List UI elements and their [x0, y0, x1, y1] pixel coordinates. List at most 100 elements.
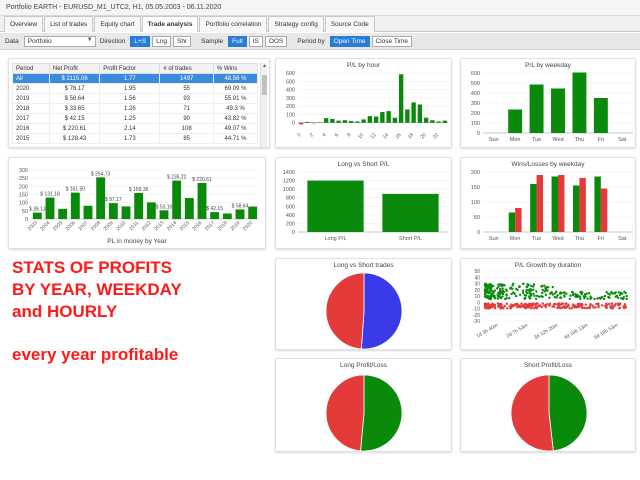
- tab-overview[interactable]: Overview: [4, 16, 44, 32]
- col-net-profit[interactable]: Net Profit: [48, 63, 101, 74]
- table-row[interactable]: 2018 $ 33.65 1.26 71 49.3 %: [12, 103, 259, 114]
- bar: [336, 120, 341, 123]
- table-scrollbar[interactable]: ▲ ▼: [260, 63, 268, 147]
- scatter-point: [530, 294, 533, 297]
- scatter-point: [499, 287, 502, 291]
- promo-line-2: BY YEAR, WEEKDAY: [12, 280, 182, 299]
- scatter-point: [553, 292, 557, 295]
- table-row[interactable]: 2020 $ 76.17 1.95 55 69.09 %: [12, 83, 259, 94]
- tab-trade-analysis[interactable]: Trade analysis: [141, 16, 199, 32]
- scatter-point: [578, 303, 581, 307]
- tab-portfolio-correlation[interactable]: Portfolio correlation: [199, 16, 268, 32]
- scatter-point: [587, 292, 591, 295]
- bar: [594, 176, 601, 232]
- bar: [330, 118, 335, 123]
- col-wins[interactable]: % Wins: [212, 63, 259, 74]
- x-tick-label: Fri: [598, 236, 604, 242]
- pie-slice: [510, 374, 554, 452]
- scatter-point: [609, 306, 612, 309]
- bar: [172, 180, 182, 219]
- scatter-point: [584, 295, 587, 298]
- pie-slice: [325, 374, 365, 452]
- x-tick-label: Long P/L: [324, 236, 346, 242]
- window-title: Portfolio EARTH - EURUSD_M1_UTC2, H1, 05…: [0, 0, 640, 16]
- spl-chart-panel: Short Profit/Loss: [460, 358, 636, 452]
- bar: [558, 175, 565, 232]
- table-row[interactable]: 2015 $ 128.43 1.73 85 44.71 %: [12, 133, 259, 144]
- scatter-point: [505, 302, 508, 306]
- scatter-point: [607, 295, 610, 299]
- x-tick-label: 22: [432, 132, 440, 140]
- pie-slice: [325, 272, 365, 350]
- tab-equity-chart[interactable]: Equity chart: [94, 16, 141, 32]
- bar: [96, 177, 106, 219]
- table-row[interactable]: 2017 $ 42.15 1.25 90 43.82 %: [12, 113, 259, 124]
- y-tick-label: 1200: [283, 179, 295, 185]
- period-open-time-button[interactable]: Open Time: [329, 35, 370, 47]
- bar: [355, 121, 360, 123]
- scatter-point: [553, 305, 556, 309]
- hour-chart-panel: P/L by hour 0 100 200 300 400 500 600 0 2 4 6 8 10 12…: [275, 58, 452, 148]
- table-row[interactable]: All $ 2115.06 1.77 1497 48.56 %: [12, 73, 259, 84]
- scatter-point: [607, 302, 611, 306]
- tab-strategy-config[interactable]: Strategy config: [268, 16, 324, 32]
- sample-full-button[interactable]: Full: [228, 35, 247, 47]
- col-profit-factor[interactable]: Profit Factor: [99, 63, 161, 74]
- y-tick-label: 300: [19, 168, 28, 174]
- stats-table: Period Net Profit Profit Factor # of tra…: [12, 63, 259, 144]
- tab-list-of-trades[interactable]: List of trades: [44, 16, 94, 32]
- scatter-point: [612, 306, 615, 309]
- x-tick-label: Tue: [532, 236, 541, 242]
- scatter-point: [529, 292, 532, 295]
- data-label: $ 42.15: [206, 206, 223, 212]
- data-label: Data: [5, 37, 19, 45]
- scatter-point: [614, 303, 617, 306]
- col-period[interactable]: Period: [12, 63, 50, 74]
- sample-is-button[interactable]: IS: [248, 35, 263, 47]
- scatter-point: [596, 297, 599, 300]
- x-tick-label: 16: [394, 132, 402, 140]
- scatter-point: [516, 288, 519, 292]
- bar: [392, 117, 398, 123]
- data-label: $ 159.36: [129, 187, 149, 193]
- scatter-point: [496, 294, 500, 298]
- data-select[interactable]: Portfolio ▼: [23, 35, 96, 47]
- scatter-point: [488, 287, 491, 290]
- tab-source-code[interactable]: Source Code: [324, 16, 375, 32]
- direction-ls-button[interactable]: L+S: [130, 35, 151, 47]
- y-tick-label: 400: [286, 88, 295, 94]
- data-label: $ 97.17: [105, 197, 122, 203]
- period-close-time-button[interactable]: Close Time: [371, 35, 413, 47]
- data-label: $ 39.13: [29, 207, 46, 213]
- x-tick-label: 2006: [65, 220, 77, 232]
- x-tick-label: 8: [346, 132, 352, 138]
- bar: [210, 212, 220, 219]
- data-label: $ 58.64: [232, 203, 249, 209]
- bar: [430, 120, 435, 123]
- lpl-chart-title: Long Profit/Loss: [340, 362, 387, 369]
- scatter-point: [541, 295, 544, 298]
- lst-chart-panel: Long vs Short trades: [275, 258, 452, 350]
- scatter-point: [616, 296, 620, 299]
- scroll-up-icon[interactable]: ▲: [261, 63, 268, 71]
- direction-short-button[interactable]: Shr: [173, 35, 192, 47]
- scatter-point: [624, 291, 627, 295]
- scatter-point: [559, 296, 563, 299]
- scatter-point: [501, 295, 504, 298]
- bar: [386, 111, 391, 123]
- scrollbar-thumb[interactable]: [262, 75, 267, 95]
- x-tick-label: 14: [382, 132, 390, 140]
- x-tick-label: 4: [321, 132, 327, 138]
- scatter-point: [543, 284, 546, 287]
- scatter-point: [532, 288, 535, 291]
- x-tick-label: 5d 18h 53m: [593, 323, 619, 341]
- scatter-point: [518, 293, 522, 296]
- table-row[interactable]: 2019 $ 58.64 1.56 93 55.91 %: [12, 93, 259, 104]
- direction-long-button[interactable]: Lng: [152, 35, 171, 47]
- col-trades[interactable]: # of trades: [159, 63, 214, 74]
- bar: [508, 212, 516, 232]
- table-row[interactable]: 2016 $ 220.61 2.14 108 49.07 %: [12, 123, 259, 134]
- y-tick-label: 0: [477, 131, 480, 137]
- sample-oos-button[interactable]: OOS: [264, 35, 288, 47]
- bar: [197, 182, 207, 219]
